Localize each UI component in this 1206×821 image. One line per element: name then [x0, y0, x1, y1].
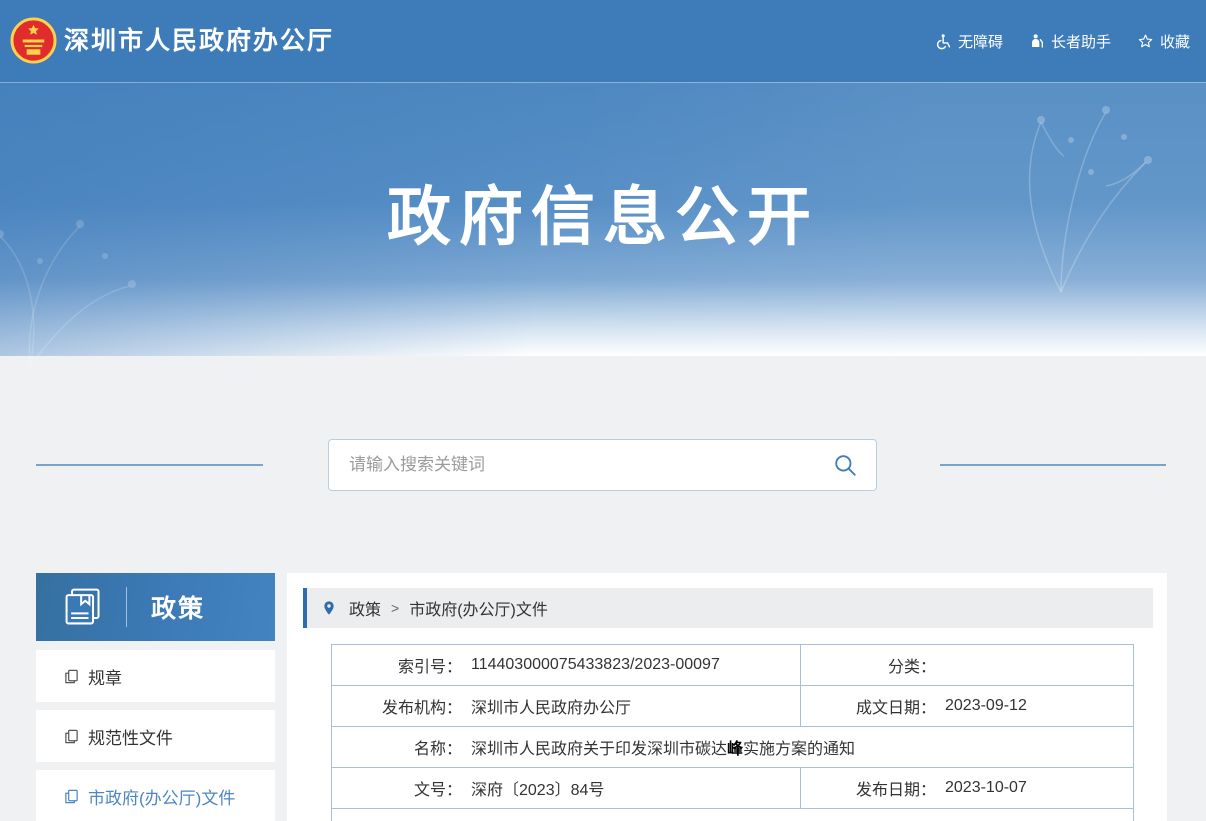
document-info-table: 索引号： 114403000075433823/2023-00097 分类： 发… — [331, 644, 1134, 821]
breadcrumb: 政策 > 市政府(办公厅)文件 — [303, 588, 1153, 628]
category-label: 分类： — [801, 653, 936, 677]
table-row: 发布机构： 深圳市人民政府办公厅 成文日期： 2023-09-12 — [332, 686, 1134, 727]
search-box — [328, 439, 877, 491]
written-date-value: 2023-09-12 — [936, 697, 1027, 715]
location-pin-icon — [321, 600, 337, 616]
elder-person-icon — [1029, 33, 1045, 49]
document-number-label: 文号： — [332, 776, 462, 800]
publishing-agency-label: 发布机构： — [332, 694, 462, 718]
document-icon — [64, 789, 79, 804]
elder-helper-link[interactable]: 长者助手 — [1029, 31, 1111, 52]
favorite-link[interactable]: 收藏 — [1137, 31, 1190, 52]
sidebar-item-municipal-government-documents[interactable]: 市政府(办公厅)文件 — [36, 770, 275, 821]
index-number-value: 114403000075433823/2023-00097 — [462, 656, 720, 674]
publishing-agency-value: 深圳市人民政府办公厅 — [462, 694, 631, 718]
search-keyword-highlight: 峰 — [727, 741, 743, 758]
search-input[interactable] — [329, 440, 814, 490]
sidebar-item-regulations[interactable]: 规章 — [36, 650, 275, 702]
search-button[interactable] — [814, 440, 876, 490]
table-row — [332, 809, 1134, 821]
publish-date-value: 2023-10-07 — [936, 779, 1027, 797]
document-name-label: 名称： — [332, 735, 462, 759]
site-title: 深圳市人民政府办公厅 — [64, 0, 334, 82]
flower-decoration-icon — [0, 186, 170, 366]
document-icon — [64, 669, 79, 684]
table-row: 文号： 深府〔2023〕84号 发布日期： 2023-10-07 — [332, 768, 1134, 809]
elder-helper-label: 长者助手 — [1051, 31, 1111, 52]
decorative-line-left — [36, 464, 263, 466]
search-icon — [832, 452, 858, 478]
written-date-label: 成文日期： — [801, 694, 936, 718]
topbar-links: 无障碍 长者助手 收藏 — [935, 0, 1190, 82]
publish-date-label: 发布日期： — [801, 776, 936, 800]
sidebar-item-label: 规范性文件 — [88, 724, 173, 749]
table-row: 名称： 深圳市人民政府关于印发深圳市碳达峰实施方案的通知 — [332, 727, 1134, 768]
page: 深圳市人民政府办公厅 无障碍 长者助手 — [0, 0, 1206, 821]
sidebar-item-label: 市政府(办公厅)文件 — [88, 784, 235, 809]
flower-decoration-icon — [946, 92, 1176, 332]
sidebar-header: 政策 — [36, 573, 275, 641]
breadcrumb-separator: > — [391, 600, 399, 616]
national-emblem-logo — [10, 17, 57, 64]
sidebar-title: 政策 — [151, 589, 205, 625]
sidebar: 政策 规章 规范性文件 — [36, 573, 275, 821]
page-banner: 政府信息公开 — [0, 82, 1206, 356]
main-content-panel: 政策 > 市政府(办公厅)文件 索引号： 114403000075433823/… — [287, 573, 1167, 821]
document-name-value: 深圳市人民政府关于印发深圳市碳达峰实施方案的通知 — [462, 735, 855, 759]
sidebar-header-divider — [126, 587, 127, 627]
table-row: 索引号： 114403000075433823/2023-00097 分类： — [332, 645, 1134, 686]
index-number-label: 索引号： — [332, 653, 462, 677]
top-header-bar: 深圳市人民政府办公厅 无障碍 长者助手 — [0, 0, 1206, 82]
wheelchair-icon — [935, 33, 952, 50]
breadcrumb-current[interactable]: 市政府(办公厅)文件 — [409, 596, 548, 620]
document-number-value: 深府〔2023〕84号 — [462, 776, 604, 800]
decorative-line-right — [940, 464, 1166, 466]
accessibility-label: 无障碍 — [958, 31, 1003, 52]
favorite-label: 收藏 — [1160, 31, 1190, 52]
accessibility-link[interactable]: 无障碍 — [935, 31, 1003, 52]
breadcrumb-root[interactable]: 政策 — [349, 596, 381, 620]
sidebar-item-label: 规章 — [88, 664, 122, 689]
sidebar-item-normative-documents[interactable]: 规范性文件 — [36, 710, 275, 762]
document-icon — [64, 729, 79, 744]
star-icon — [1137, 33, 1154, 50]
book-icon — [62, 586, 104, 628]
